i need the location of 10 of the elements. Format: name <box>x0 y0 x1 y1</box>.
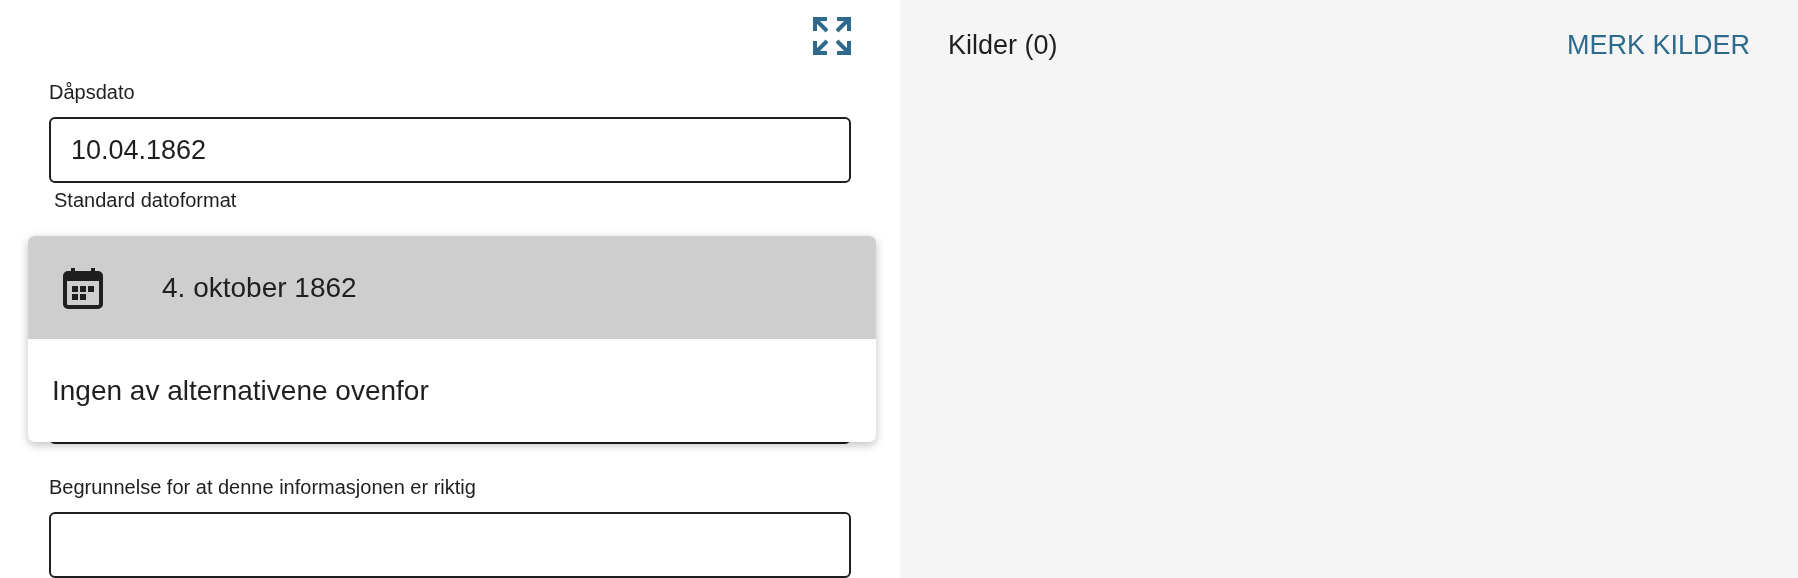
mark-sources-link[interactable]: MERK KILDER <box>1566 30 1750 61</box>
expand-icon[interactable] <box>811 15 853 57</box>
helper-text: Standard datoformat <box>54 189 238 213</box>
sources-title: Kilder (0) <box>948 30 1058 61</box>
field-label: Begrunnelse for at denne informasjonen er riktig <box>49 475 477 499</box>
menu-item[interactable]: Ingen av alternativene ovenfor <box>28 339 876 442</box>
field-label: Dåpsdato <box>49 81 136 104</box>
menu-item[interactable]: 4. oktober 1862 <box>28 236 876 339</box>
date-input-field[interactable]: 10.04.1862 <box>49 117 851 184</box>
reason-input-field[interactable] <box>49 511 851 578</box>
